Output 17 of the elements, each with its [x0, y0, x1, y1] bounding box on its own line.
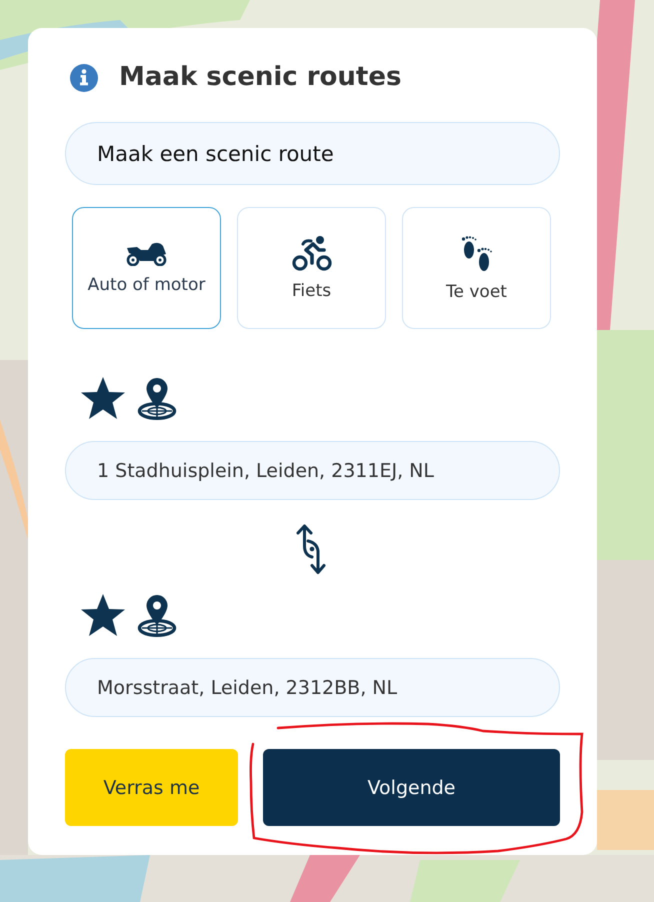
surprise-button[interactable]: Verras me	[65, 749, 238, 826]
star-icon[interactable]	[80, 376, 126, 420]
road	[597, 790, 654, 850]
travel-mode-option[interactable]: Auto of motor	[72, 207, 221, 329]
star-icon[interactable]	[80, 593, 126, 637]
map-pin-icon[interactable]	[137, 594, 177, 637]
travel-mode-option[interactable]: Fiets	[237, 207, 386, 329]
panel-title: Maak scenic routes	[119, 62, 402, 94]
map-pin-icon[interactable]	[137, 377, 177, 420]
next-button[interactable]: Volgende	[263, 749, 560, 826]
address-field[interactable]: Morsstraat, Leiden, 2312BB, NL	[65, 658, 560, 717]
travel-mode-option[interactable]: Te voet	[402, 207, 551, 329]
route-name-field[interactable]: Maak een scenic route	[65, 122, 560, 185]
cyclist-icon	[292, 235, 332, 272]
info-icon	[70, 64, 98, 92]
motorbike-icon	[126, 241, 167, 266]
address-field[interactable]: 1 Stadhuisplein, Leiden, 2311EJ, NL	[65, 441, 560, 500]
